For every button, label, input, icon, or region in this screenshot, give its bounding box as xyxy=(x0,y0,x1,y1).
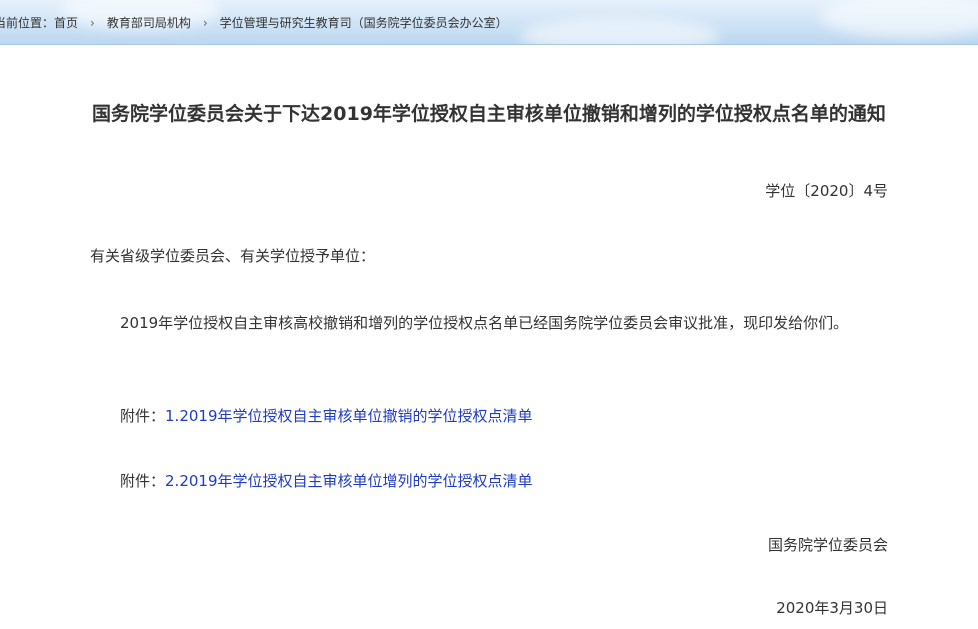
attachment-prefix: 附件： xyxy=(120,407,166,425)
attachment-link-revoked[interactable]: 1.2019年学位授权自主审核单位撤销的学位授权点清单 xyxy=(165,407,533,425)
breadcrumb-home-link[interactable]: 首页 xyxy=(54,16,78,30)
document-number: 学位〔2020〕4号 xyxy=(765,182,888,200)
attachment-link-added[interactable]: 2.2019年学位授权自主审核单位增列的学位授权点清单 xyxy=(165,472,533,490)
document-body: 2019年学位授权自主审核高校撤销和增列的学位授权点名单已经国务院学位委员会审议… xyxy=(120,314,849,332)
breadcrumb-separator: › xyxy=(202,16,208,30)
breadcrumb-bar: 当前位置：首页 › 教育部司局机构 › 学位管理与研究生教育司（国务院学位委员会办公室） xyxy=(0,0,978,45)
breadcrumb-separator: › xyxy=(90,16,95,30)
breadcrumb: 当前位置：首页 › 教育部司局机构 › 学位管理与研究生教育司（国务院学位委员会办公室） xyxy=(0,14,508,32)
breadcrumb-degree-office-link[interactable]: 学位管理与研究生教育司（国务院学位委员会办公室） xyxy=(220,16,508,30)
header-decoration xyxy=(520,18,720,44)
document-date: 2020年3月30日 xyxy=(776,599,888,617)
attachment-line-2: 附件：2.2019年学位授权自主审核单位增列的学位授权点清单 xyxy=(120,470,533,491)
document-salutation: 有关省级学位委员会、有关学位授予单位： xyxy=(90,247,376,265)
document-signature: 国务院学位委员会 xyxy=(767,536,888,554)
attachment-prefix: 附件： xyxy=(120,472,166,490)
breadcrumb-departments-link[interactable]: 教育部司局机构 xyxy=(107,16,191,30)
header-decoration xyxy=(820,0,978,38)
document-title: 国务院学位委员会关于下达2019年学位授权自主审核单位撤销和增列的学位授权点名单… xyxy=(92,103,886,125)
attachment-line-1: 附件：1.2019年学位授权自主审核单位撤销的学位授权点清单 xyxy=(120,405,533,426)
breadcrumb-label: 当前位置： xyxy=(0,16,55,30)
